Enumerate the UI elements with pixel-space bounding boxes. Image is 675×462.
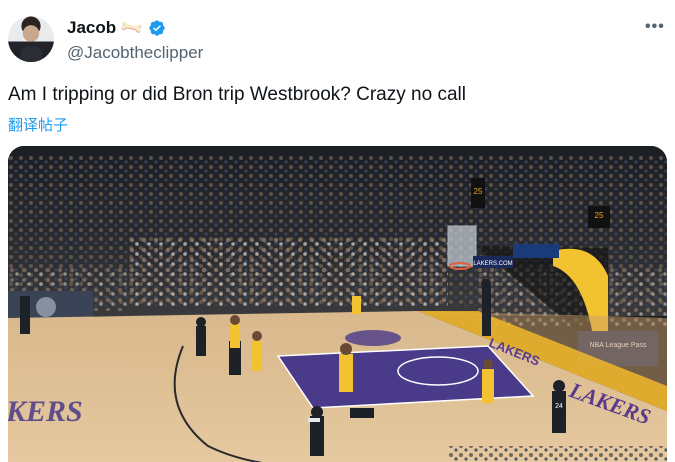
scoreboard-right: 25 [595, 211, 604, 220]
translate-post-link[interactable]: 翻译帖子 [8, 114, 68, 135]
display-name[interactable]: Jacob [67, 18, 116, 38]
tweet-header: Jacob 🦴 @Jacobtheclipper ••• [0, 0, 675, 70]
basketball-court-image: 25 25 LAKERS.COM NBA League Pass LAKERS … [8, 146, 667, 462]
avatar[interactable] [8, 16, 54, 62]
scoreboard-top: 25 [474, 187, 483, 196]
author-name-row: Jacob 🦴 [67, 16, 166, 41]
bone-icon: 🦴 [119, 15, 146, 42]
author-handle[interactable]: @Jacobtheclipper [67, 43, 203, 63]
jersey-number: 24 [555, 403, 563, 410]
more-dots-icon[interactable]: ••• [645, 18, 665, 36]
tweet-text: Am I tripping or did Bron trip Westbrook… [8, 84, 466, 105]
court-word-left: KERS [8, 395, 83, 428]
tweet-media-video[interactable]: 25 25 LAKERS.COM NBA League Pass LAKERS … [8, 146, 667, 462]
verified-badge-icon [149, 20, 165, 36]
baseline-sign-left: LAKERS.COM [473, 261, 512, 267]
